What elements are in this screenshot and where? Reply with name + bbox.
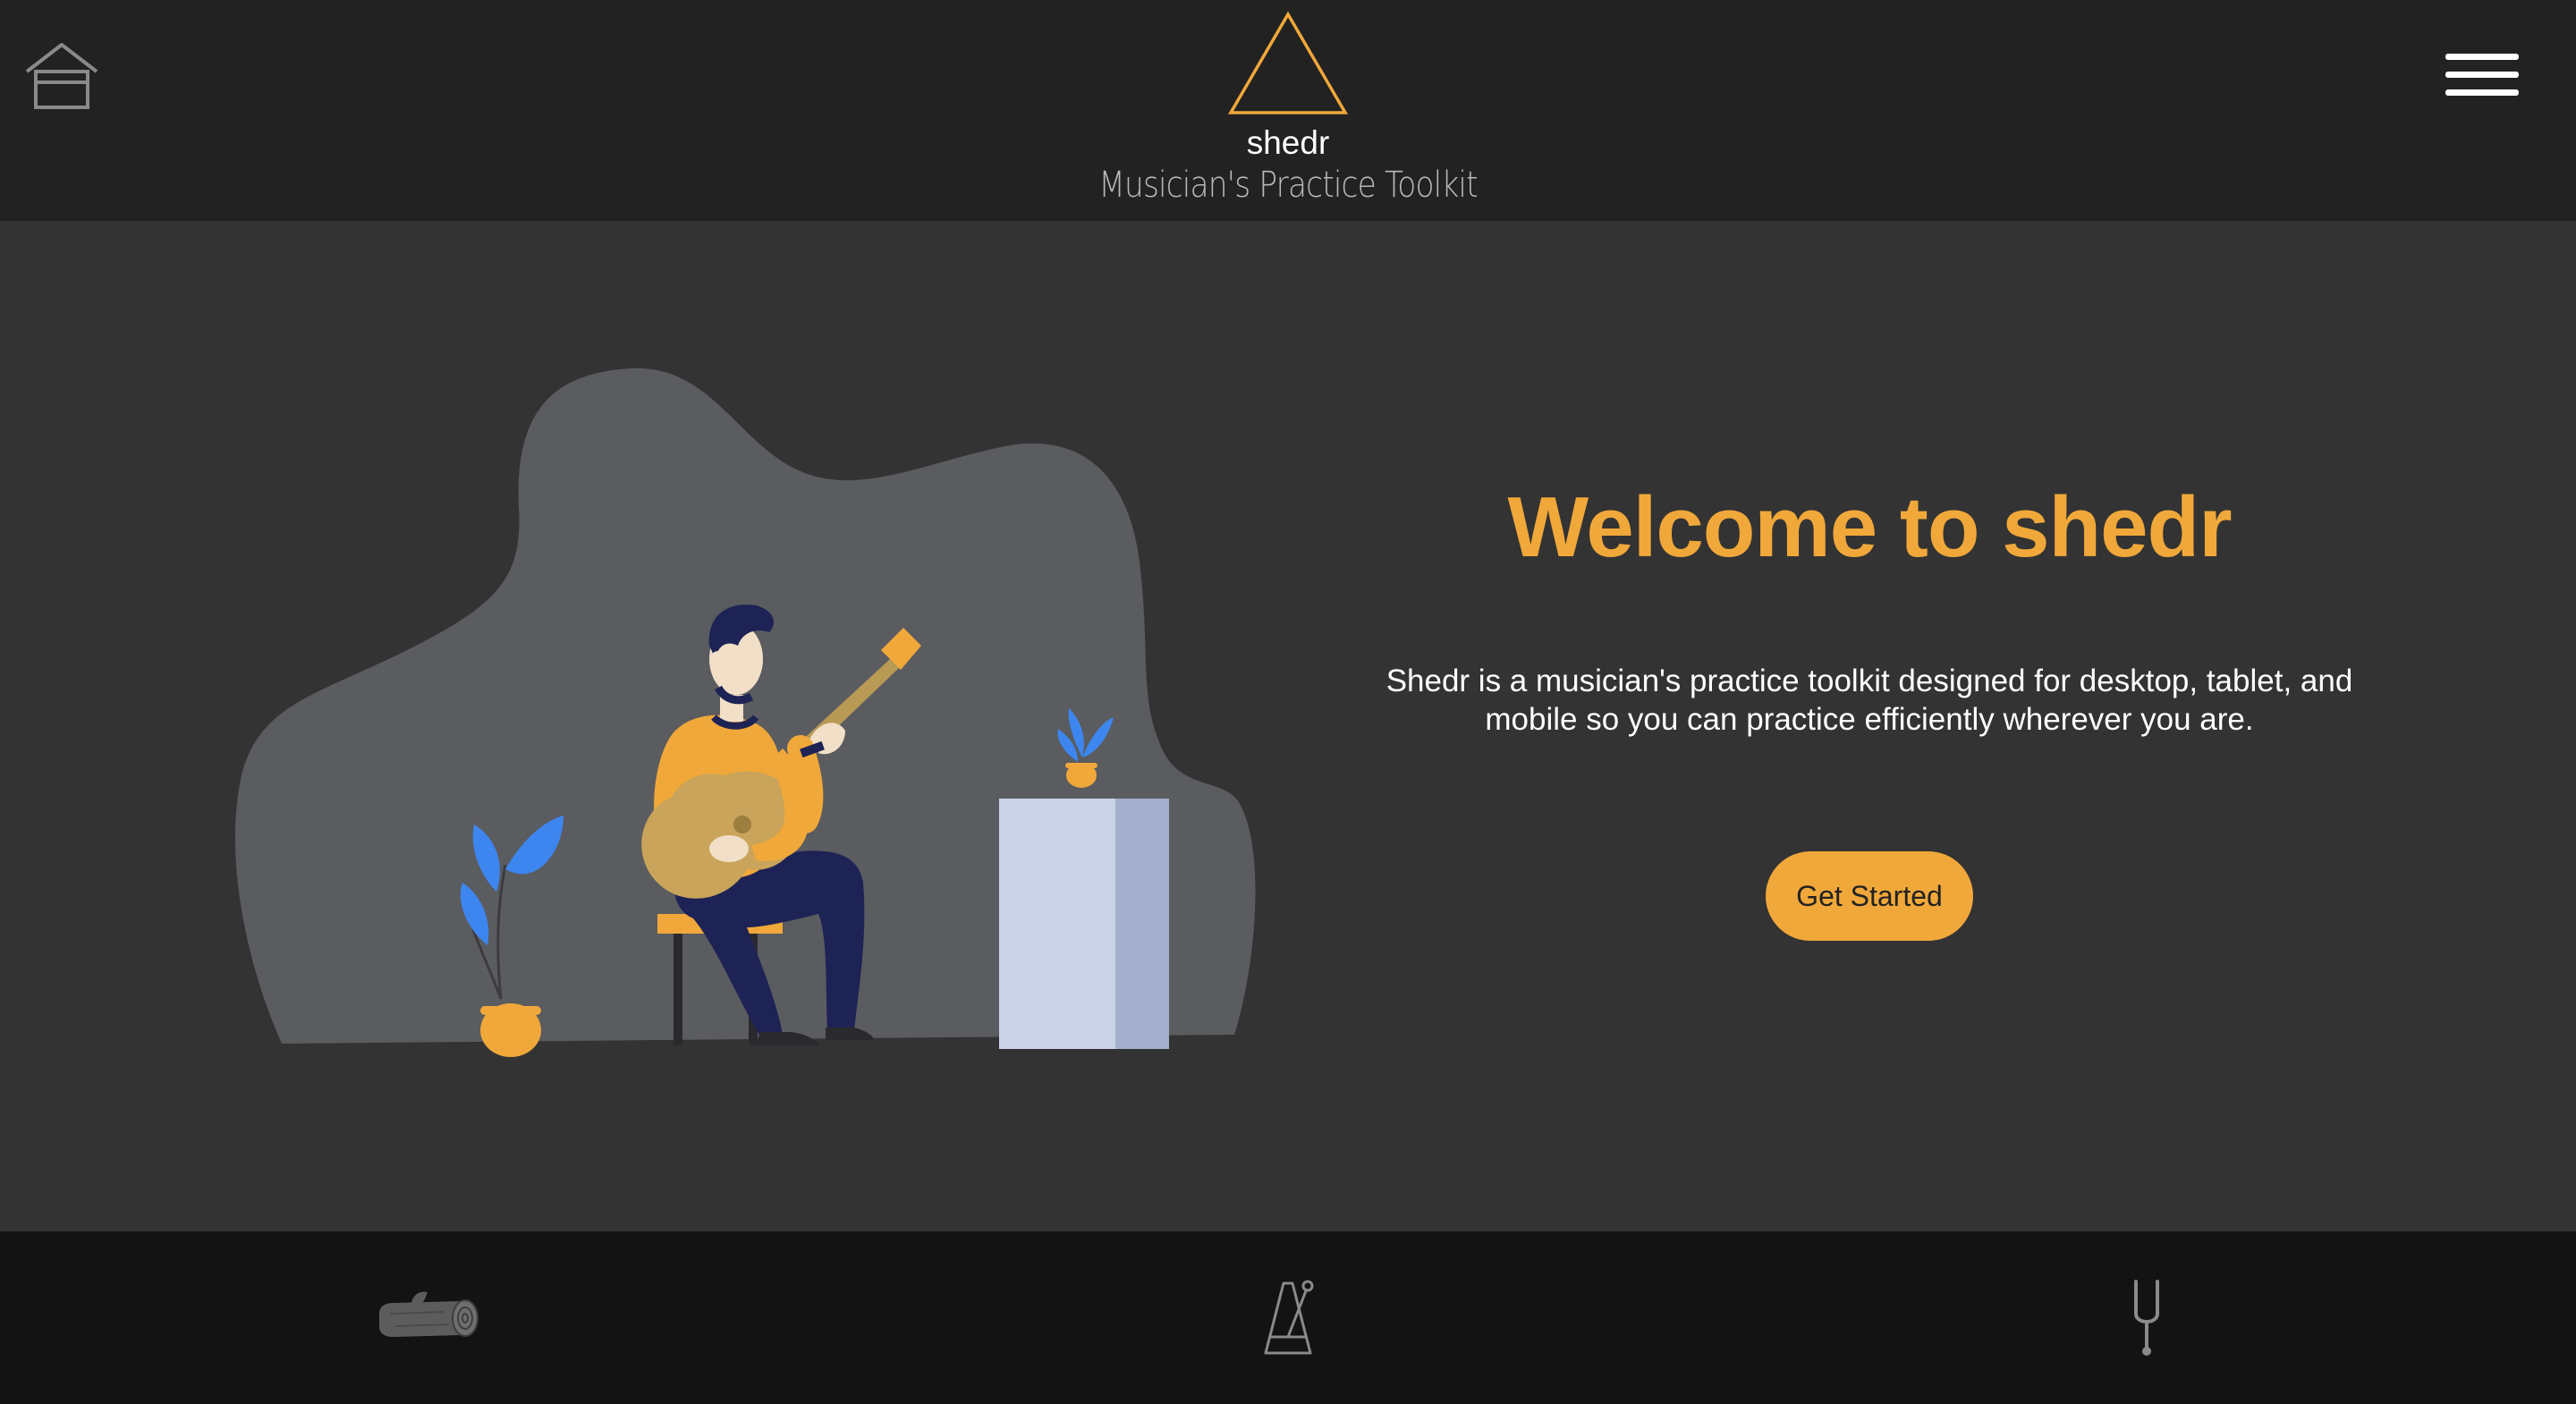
welcome-title: Welcome to shedr (1507, 479, 2232, 575)
hamburger-menu-icon-bar (2445, 72, 2519, 78)
welcome-description: Shedr is a musician's practice toolkit d… (1385, 664, 2353, 737)
nav-item-log[interactable] (340, 1231, 519, 1404)
hero-section: Welcome to shedr Shedr is a musician's p… (0, 221, 2576, 1231)
tuning-fork-icon (2134, 1279, 2159, 1356)
log-icon (379, 1291, 479, 1337)
hamburger-menu-icon (2445, 54, 2519, 60)
nav-item-metronome[interactable] (1199, 1231, 1377, 1404)
pedestal (999, 799, 1169, 1049)
get-started-button[interactable]: Get Started (1766, 851, 1973, 941)
brand-name: shedr (1246, 124, 1330, 161)
brand-tagline: Musician's Practice Toolkit (1098, 165, 1478, 206)
home-icon (25, 43, 98, 109)
triangle-logo-icon (1227, 11, 1349, 114)
guitarist-illustration (234, 368, 1256, 1057)
home-button[interactable] (23, 39, 100, 113)
nav-item-tuner[interactable] (2057, 1231, 2236, 1404)
metronome-icon (1264, 1280, 1314, 1354)
hamburger-menu-icon-bar (2445, 89, 2519, 96)
brand[interactable]: shedr Musician's Practice Toolkit (1064, 9, 1512, 206)
app-header: shedr Musician's Practice Toolkit (0, 0, 2576, 221)
bottom-nav (0, 1231, 2576, 1404)
hamburger-menu-button[interactable] (2445, 50, 2519, 100)
